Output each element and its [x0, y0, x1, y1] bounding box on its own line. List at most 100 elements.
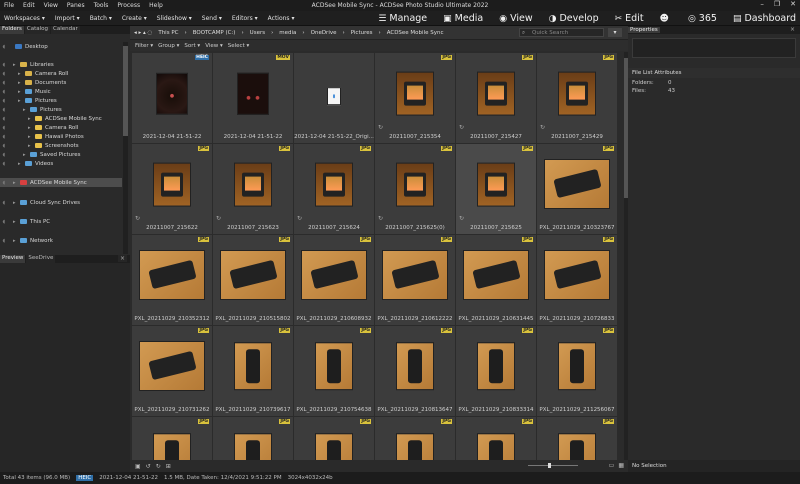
pin-icon[interactable]: ◖: [0, 98, 8, 104]
menu-help[interactable]: Help: [149, 2, 163, 9]
menu-file[interactable]: File: [4, 2, 14, 9]
file-thumbnail[interactable]: JPG PXL_20211029_210739617: [213, 326, 293, 416]
tree-item[interactable]: ◖ ▸ This PC: [0, 217, 50, 226]
file-thumbnail[interactable]: 2021-12-04 21-51-22_Origi...: [294, 53, 374, 143]
pin-icon[interactable]: ◖: [0, 71, 8, 77]
breadcrumb-item[interactable]: Users: [250, 30, 265, 36]
file-thumbnail[interactable]: JPG ↻ 20211007_215354: [375, 53, 455, 143]
footer-tool-icon[interactable]: ↻: [156, 463, 161, 470]
tree-item[interactable]: ◖ Desktop: [0, 42, 48, 51]
pin-icon[interactable]: ◖: [0, 134, 8, 140]
expand-icon[interactable]: ▸: [13, 200, 20, 206]
file-thumbnail[interactable]: JPG PXL_20211029_210813647: [375, 326, 455, 416]
thumbnail-zoom-slider[interactable]: [528, 463, 588, 468]
expand-icon[interactable]: ▸: [23, 152, 30, 158]
tab-calendar[interactable]: Calendar: [51, 26, 80, 34]
filter-select-menu[interactable]: Select ▾: [228, 43, 249, 49]
file-thumbnail[interactable]: JPG: [132, 417, 212, 460]
toolbar-send-button[interactable]: Send ▾: [202, 15, 222, 22]
breadcrumb-item[interactable]: This PC: [158, 30, 178, 36]
expand-icon[interactable]: ▸: [13, 238, 20, 244]
file-thumbnail[interactable]: JPG ↻ 20211007_215429: [537, 53, 617, 143]
expand-icon[interactable]: ▸: [23, 107, 30, 113]
maximize-button[interactable]: ❐: [774, 0, 780, 8]
file-thumbnail[interactable]: JPG ↻ 20211007_215427: [456, 53, 536, 143]
file-thumbnail[interactable]: JPG ↻ 20211007_215623: [213, 144, 293, 234]
footer-tool-icon[interactable]: ⊞: [166, 463, 171, 470]
footer-tool-icon[interactable]: ▣: [135, 463, 141, 470]
file-thumbnail[interactable]: JPG: [456, 417, 536, 460]
file-thumbnail[interactable]: JPG PXL_20211029_210631445: [456, 235, 536, 325]
pin-icon[interactable]: ◖: [0, 62, 8, 68]
tree-item[interactable]: ◖ ▸ Camera Roll: [0, 69, 69, 78]
tab-folders[interactable]: Folders: [0, 26, 24, 34]
file-thumbnail[interactable]: JPG ↻ 20211007_215624: [294, 144, 374, 234]
file-thumbnail[interactable]: JPG: [375, 417, 455, 460]
pin-icon[interactable]: ◖: [0, 125, 8, 131]
pin-icon[interactable]: ◖: [0, 180, 8, 186]
close-icon[interactable]: ×: [788, 26, 797, 33]
tree-item[interactable]: ◖ ▸ Cloud Sync Drives: [0, 198, 80, 207]
pin-icon[interactable]: ◖: [0, 152, 8, 158]
breadcrumb-item[interactable]: Pictures: [351, 30, 373, 36]
file-thumbnail[interactable]: MOV 2021-12-04 21-51-22: [213, 53, 293, 143]
tab-catalog[interactable]: Catalog: [24, 26, 50, 34]
file-thumbnail[interactable]: JPG ↻ 20211007_215625(0): [375, 144, 455, 234]
file-thumbnail[interactable]: JPG PXL_20211029_210612222: [375, 235, 455, 325]
file-thumbnail[interactable]: JPG PXL_20211029_210515802: [213, 235, 293, 325]
toolbar-workspaces-button[interactable]: Workspaces ▾: [4, 15, 45, 22]
file-thumbnail[interactable]: JPG PXL_20211029_210833314: [456, 326, 536, 416]
tab-seedrive[interactable]: SeeDrive: [26, 255, 56, 263]
footer-tool-icon[interactable]: ↺: [146, 463, 151, 470]
zoom-knob[interactable]: [548, 463, 551, 468]
expand-icon[interactable]: ▸: [18, 98, 25, 104]
file-thumbnail[interactable]: JPG PXL_20211029_210754638: [294, 326, 374, 416]
tree-item[interactable]: ◖ ▸ ACDSee Mobile Sync: [0, 114, 102, 123]
file-thumbnail[interactable]: JPG PXL_20211029_211256067: [537, 326, 617, 416]
menu-panes[interactable]: Panes: [67, 2, 85, 9]
file-thumbnail[interactable]: JPG ↻ 20211007_215625: [456, 144, 536, 234]
pin-icon[interactable]: ◖: [0, 238, 8, 244]
mode-365-button[interactable]: ◎ 365: [688, 13, 717, 24]
expand-icon[interactable]: ▸: [13, 180, 20, 186]
toolbar-batch-button[interactable]: Batch ▾: [90, 15, 112, 22]
view-mode-icon[interactable]: ▦: [618, 462, 624, 469]
mode-people-button[interactable]: ☻: [660, 14, 672, 24]
toolbar-editors-button[interactable]: Editors ▾: [232, 15, 258, 22]
expand-icon[interactable]: ▸: [18, 71, 25, 77]
search-input[interactable]: ⌕ Quick Search: [519, 28, 604, 37]
view-mode-icon[interactable]: ▭: [609, 462, 615, 469]
tree-item[interactable]: ◖ ▸ Saved Pictures: [0, 150, 81, 159]
toolbar-create-button[interactable]: Create ▾: [122, 15, 147, 22]
file-thumbnail[interactable]: HEIC 2021-12-04 21-51-22: [132, 53, 212, 143]
breadcrumb-item[interactable]: BOOTCAMP (C:): [193, 30, 236, 36]
breadcrumb-item[interactable]: media: [279, 30, 296, 36]
file-thumbnail[interactable]: JPG PXL_20211029_210731262: [132, 326, 212, 416]
pin-icon[interactable]: ◖: [0, 161, 8, 167]
file-thumbnail[interactable]: JPG PXL_20211029_210323767: [537, 144, 617, 234]
pin-icon[interactable]: ◖: [0, 89, 8, 95]
tab-properties[interactable]: Properties: [628, 27, 660, 33]
expand-icon[interactable]: ▸: [28, 116, 35, 122]
pin-icon[interactable]: ◖: [0, 44, 8, 50]
mode-media-button[interactable]: ▣ Media: [443, 13, 483, 24]
file-thumbnail[interactable]: JPG PXL_20211029_210352312: [132, 235, 212, 325]
close-icon[interactable]: ×: [117, 255, 127, 262]
tree-item[interactable]: ◖ ▸ Network: [0, 236, 53, 245]
close-button[interactable]: ✕: [790, 0, 796, 8]
file-thumbnail[interactable]: JPG: [294, 417, 374, 460]
file-thumbnail[interactable]: JPG ↻ 20211007_215622: [132, 144, 212, 234]
tree-scrollbar[interactable]: [123, 42, 128, 254]
tree-item[interactable]: ◖ ▸ Pictures: [0, 105, 62, 114]
file-thumbnail[interactable]: JPG: [213, 417, 293, 460]
expand-icon[interactable]: ▸: [13, 62, 20, 68]
tree-item[interactable]: ◖ ▸ Screenshots: [0, 141, 79, 150]
mode-view-button[interactable]: ◉ View: [499, 13, 532, 24]
filter-sort-menu[interactable]: Sort ▾: [184, 43, 200, 49]
expand-icon[interactable]: ▸: [28, 134, 35, 140]
tree-item[interactable]: ◖ ▸ Documents: [0, 78, 67, 87]
toolbar-actions-button[interactable]: Actions ▾: [268, 15, 295, 22]
tab-preview[interactable]: Preview: [0, 255, 26, 263]
tree-item[interactable]: ◖ ▸ Videos: [0, 159, 54, 168]
file-thumbnail[interactable]: JPG PXL_20211029_210608932: [294, 235, 374, 325]
